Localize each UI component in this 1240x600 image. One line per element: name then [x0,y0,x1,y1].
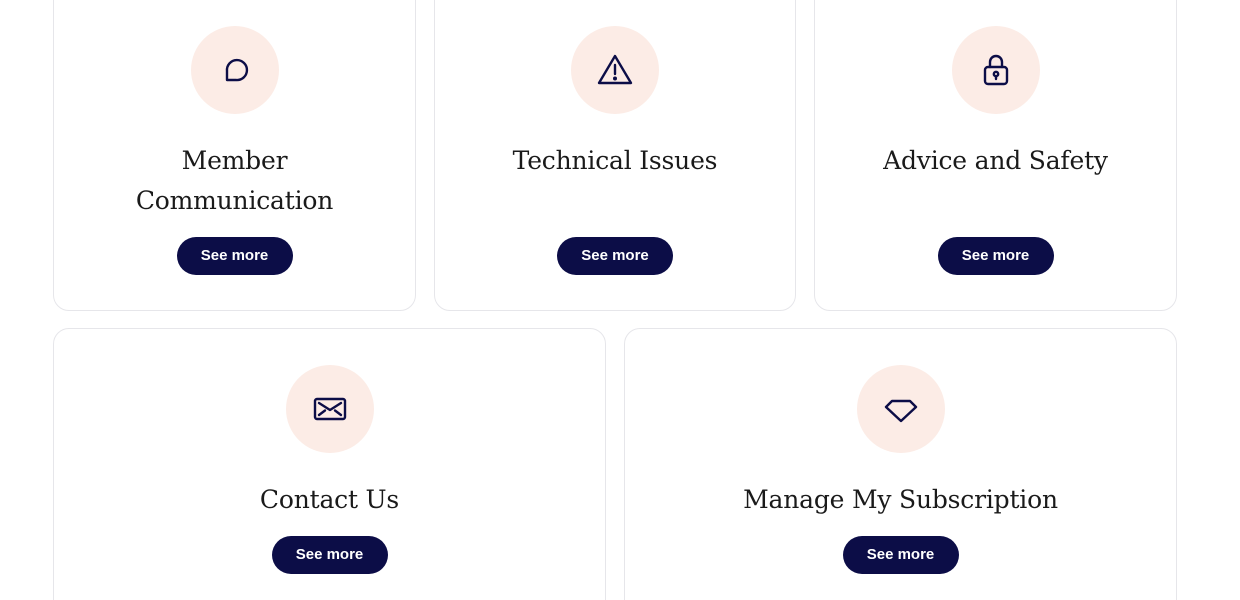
see-more-button[interactable]: See more [557,237,673,275]
card-title: Technical Issues [512,146,718,175]
see-more-button[interactable]: See more [842,536,959,574]
warning-triangle-icon [571,26,659,114]
help-topics-grid: Member Communication See more Technical … [0,0,1240,600]
card-member-communication[interactable]: Member Communication See more [53,0,416,311]
see-more-button[interactable]: See more [271,536,388,574]
card-contact-us[interactable]: Contact Us See more [53,328,606,600]
card-title: Advice and Safety [883,146,1108,175]
card-title: Manage My Subscription [743,485,1058,514]
card-advice-and-safety[interactable]: Advice and Safety See more [814,0,1177,311]
see-more-button[interactable]: See more [937,237,1054,275]
diamond-icon [856,365,945,453]
see-more-button[interactable]: See more [176,237,293,275]
card-technical-issues[interactable]: Technical Issues See more [434,0,796,311]
envelope-icon [285,365,374,453]
card-title: Member Communication [135,146,334,215]
padlock-icon [951,26,1040,114]
chat-bubble-icon [190,26,279,114]
card-manage-my-subscription[interactable]: Manage My Subscription See more [624,328,1177,600]
card-title: Contact Us [259,485,400,514]
